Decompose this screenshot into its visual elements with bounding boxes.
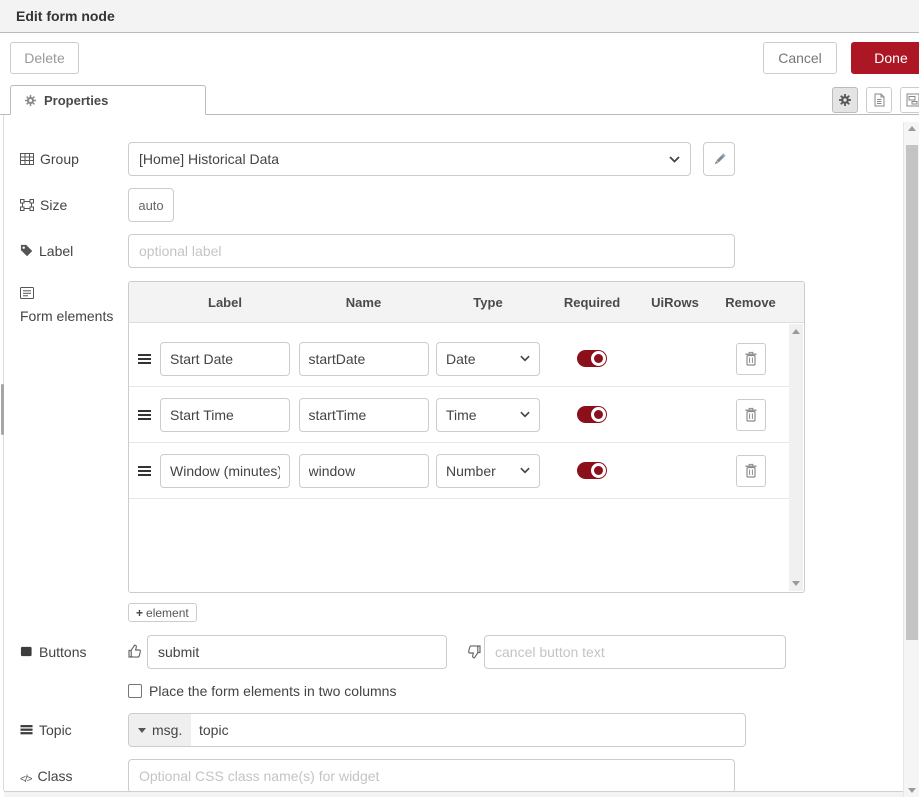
table-icon [20,149,34,166]
two-columns-checkbox[interactable] [128,684,142,698]
drag-handle[interactable] [138,466,151,476]
required-toggle[interactable] [577,350,607,367]
class-field-label: </> Class [20,766,120,790]
done-button[interactable]: Done [851,42,919,74]
tabbar-actions [0,87,919,113]
label-field-label: Label [20,241,120,261]
delete-button[interactable]: Delete [10,42,79,74]
topic-type-selector[interactable]: msg. [129,714,191,746]
col-header-required: Required [544,295,640,310]
col-header-label: Label [155,295,295,310]
thumbs-down-icon [466,644,482,660]
chevron-down-icon [669,156,680,163]
chevron-down-icon [520,355,530,362]
list-alt-icon [20,283,34,300]
tag-icon [20,241,33,257]
tab-bar: Properties [0,85,919,115]
dialog-title: Edit form node [16,0,115,33]
scroll-up-icon[interactable] [792,329,800,334]
remove-element-button[interactable] [736,343,766,375]
form-element-row: Number [129,443,789,499]
square-icon [20,642,33,658]
required-toggle[interactable] [577,406,607,423]
edit-form-node-dialog: Edit form node Delete Cancel Done Proper… [0,0,919,797]
tray-footer [4,791,903,797]
scroll-down-icon[interactable] [908,788,916,793]
topic-typed-input[interactable]: msg. topic [128,713,746,747]
scroll-up-icon[interactable] [908,126,916,131]
col-header-name: Name [295,295,432,310]
remove-element-button[interactable] [736,455,766,487]
edit-group-button[interactable] [703,142,735,176]
tray-resize-grip[interactable] [1,384,4,435]
group-select-value: [Home] Historical Data [139,151,279,167]
element-type-select[interactable]: Date [436,342,540,376]
size-auto-button[interactable]: auto [128,188,174,222]
drag-handle[interactable] [138,410,151,420]
trash-icon [744,407,758,422]
caret-down-icon [138,728,146,733]
label-input[interactable] [128,234,735,268]
buttons-field-label: Buttons [20,642,120,662]
two-columns-label: Place the form elements in two columns [149,683,396,699]
required-toggle[interactable] [577,462,607,479]
main-scrollbar[interactable] [903,122,919,797]
description-view-button[interactable] [866,87,892,113]
add-element-button[interactable]: + element [128,603,197,622]
form-element-row: Time [129,387,789,443]
scroll-down-icon[interactable] [792,581,800,586]
form-elements-table: Label Name Type Required UiRows Remove D… [128,281,805,593]
topic-type-label: msg. [152,722,182,738]
tray-left-border [3,115,4,791]
element-label-input[interactable] [160,398,290,432]
col-header-type: Type [432,295,544,310]
gear-icon [838,93,852,107]
element-label-input[interactable] [160,342,290,376]
form-elements-field-label: Form elements [20,283,116,326]
chevron-down-icon [520,467,530,474]
submit-button-text-input[interactable] [147,635,447,669]
class-input[interactable] [128,759,735,793]
element-name-input[interactable] [299,342,429,376]
drag-handle[interactable] [138,354,151,364]
form-elements-body: Date Time [129,324,789,592]
scrollbar-thumb[interactable] [906,145,918,640]
element-label-input[interactable] [160,454,290,488]
code-icon: </> [20,770,31,790]
chevron-down-icon [520,411,530,418]
element-name-input[interactable] [299,454,429,488]
cancel-button-text-input[interactable] [484,635,786,669]
form-element-row: Date [129,331,789,387]
group-field-label: Group [20,149,120,169]
remove-element-button[interactable] [736,399,766,431]
plus-icon: + [136,606,143,620]
dialog-header: Edit form node [0,0,919,33]
properties-view-button[interactable] [832,87,858,113]
pencil-icon [712,152,727,167]
col-header-uirows: UiRows [640,295,710,310]
form-elements-table-header: Label Name Type Required UiRows Remove [129,282,804,323]
bars-icon [20,720,33,736]
table-scrollbar[interactable] [789,324,803,591]
trash-icon [744,351,758,366]
appearance-view-button[interactable] [900,87,919,113]
element-type-select[interactable]: Number [436,454,540,488]
object-group-icon [906,93,919,107]
thumbs-up-icon [127,643,143,659]
cancel-button[interactable]: Cancel [763,42,837,74]
element-type-select[interactable]: Time [436,398,540,432]
col-header-remove: Remove [710,295,791,310]
object-handles-icon [20,195,34,212]
group-select[interactable]: [Home] Historical Data [128,142,691,176]
trash-icon [744,463,758,478]
topic-field-label: Topic [20,720,120,740]
size-field-label: Size [20,195,120,215]
document-icon [872,93,886,107]
element-name-input[interactable] [299,398,429,432]
topic-value: topic [191,722,229,738]
